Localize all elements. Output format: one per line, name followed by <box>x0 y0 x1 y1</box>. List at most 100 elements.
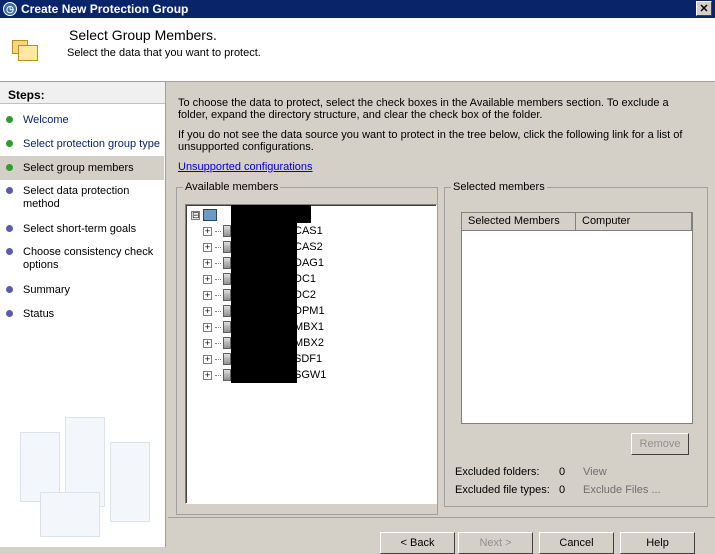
server-name-suffix: DC2 <box>294 289 317 301</box>
server-icon <box>223 353 231 365</box>
server-icon <box>223 289 231 301</box>
available-members-group: Available members ⊟ + CAS1 + CAS2 + DAG1 + DC1 +… <box>176 181 438 515</box>
step-label: Select data protection method <box>23 185 130 210</box>
tree-connector <box>215 262 221 264</box>
tree-connector <box>215 326 221 328</box>
server-icon <box>223 241 231 253</box>
redacted-block <box>231 205 311 223</box>
selected-members-list[interactable]: Selected Members Computer <box>461 212 693 424</box>
excluded-folders-label: Excluded folders: <box>455 466 540 478</box>
tree-node-server[interactable]: + MBX2 <box>203 336 324 350</box>
tree-node-server[interactable]: + SDF1 <box>203 352 322 366</box>
tree-connector <box>215 374 221 376</box>
tree-connector <box>215 246 221 248</box>
expand-icon[interactable]: + <box>203 322 212 332</box>
tree-connector <box>215 342 221 344</box>
server-name-suffix: CAS2 <box>294 241 323 253</box>
server-name-suffix: DC1 <box>294 273 317 285</box>
step-status-icon <box>6 140 13 147</box>
step-status-icon <box>6 164 13 171</box>
tree-node-server[interactable]: + CAS2 <box>203 240 323 254</box>
tree-connector <box>215 278 221 280</box>
step-status-icon <box>6 310 13 317</box>
tree-node-server[interactable]: + SGW1 <box>203 368 326 382</box>
server-icon <box>223 225 231 237</box>
expand-icon[interactable]: + <box>203 290 212 300</box>
domain-icon <box>203 209 217 221</box>
folder-icon <box>12 40 38 62</box>
step-label: Summary <box>23 284 71 296</box>
dpm-icon <box>223 305 231 317</box>
server-name-suffix: SGW1 <box>294 369 327 381</box>
expand-icon[interactable]: + <box>203 274 212 284</box>
tree-node-server[interactable]: + DC1 <box>203 272 316 286</box>
available-members-legend: Available members <box>183 181 281 193</box>
cancel-button[interactable]: Cancel <box>539 532 614 554</box>
column-selected-members[interactable]: Selected Members <box>462 213 576 230</box>
tree-root-node[interactable]: ⊟ <box>191 208 217 222</box>
available-members-tree[interactable]: ⊟ + CAS1 + CAS2 + DAG1 + DC1 + DC2 + DPM1 + MBX1 + MBX2… <box>185 204 437 504</box>
expand-icon[interactable]: + <box>203 338 212 348</box>
server-icon <box>223 321 231 333</box>
server-icon <box>223 369 231 381</box>
page-subtitle: Select the data that you want to protect… <box>67 47 261 59</box>
excluded-folders-count: 0 <box>559 466 566 478</box>
step-label: Select short-term goals <box>23 223 137 235</box>
main-content: To choose the data to protect, select th… <box>168 82 715 554</box>
list-header: Selected Members Computer <box>462 213 692 231</box>
tree-connector <box>215 294 221 296</box>
step-label: Status <box>23 308 55 320</box>
server-icon <box>223 337 231 349</box>
server-name-suffix: MBX1 <box>294 321 324 333</box>
tree-node-server[interactable]: + CAS1 <box>203 224 323 238</box>
expand-icon[interactable]: + <box>203 242 212 252</box>
tree-connector <box>215 230 221 232</box>
window-title: Create New Protection Group <box>21 2 189 16</box>
step-group-members[interactable]: Select group members <box>0 156 164 180</box>
step-consistency-check[interactable]: Choose consistency check options <box>0 246 164 272</box>
steps-panel: Steps: Welcome Select protection group t… <box>0 82 166 547</box>
step-data-protection-method[interactable]: Select data protection method <box>0 185 164 211</box>
cluster-icon <box>223 257 231 269</box>
excluded-file-types-count: 0 <box>559 484 566 496</box>
next-button[interactable]: Next > <box>458 532 533 554</box>
selected-members-legend: Selected members <box>451 181 547 193</box>
step-protection-group-type[interactable]: Select protection group type <box>0 138 164 151</box>
tree-node-server[interactable]: + DPM1 <box>203 304 325 318</box>
expand-icon[interactable]: + <box>203 354 212 364</box>
view-link[interactable]: View <box>583 466 607 478</box>
expand-icon[interactable]: + <box>203 370 212 380</box>
page-title: Select Group Members. <box>69 27 217 43</box>
step-label: Welcome <box>23 114 69 126</box>
server-name-suffix: DPM1 <box>294 305 325 317</box>
step-short-term-goals[interactable]: Select short-term goals <box>0 223 164 236</box>
servers-watermark-icon <box>10 412 160 542</box>
expand-icon[interactable]: + <box>203 258 212 268</box>
tree-node-server[interactable]: + DC2 <box>203 288 316 302</box>
unsupported-configurations-link[interactable]: Unsupported configurations <box>178 161 313 173</box>
server-name-suffix: SDF1 <box>294 353 323 365</box>
tree-node-server[interactable]: + DAG1 <box>203 256 324 270</box>
step-status-icon <box>6 187 13 194</box>
step-status-icon <box>6 225 13 232</box>
step-welcome[interactable]: Welcome <box>0 114 164 127</box>
back-button[interactable]: < Back <box>380 532 455 554</box>
collapse-icon[interactable]: ⊟ <box>191 210 200 220</box>
close-icon[interactable]: ✕ <box>696 1 712 16</box>
column-computer[interactable]: Computer <box>576 213 692 230</box>
step-status[interactable]: Status <box>0 308 164 321</box>
step-label: Select group members <box>23 162 134 174</box>
exclude-files-link[interactable]: Exclude Files ... <box>583 484 661 496</box>
step-status-icon <box>6 116 13 123</box>
server-icon <box>223 273 231 285</box>
step-label: Choose consistency check options <box>23 246 154 271</box>
instructions-text-2: If you do not see the data source you wa… <box>178 129 683 153</box>
server-name-suffix: MBX2 <box>294 337 324 349</box>
wizard-header: Select Group Members. Select the data th… <box>0 18 715 82</box>
step-summary[interactable]: Summary <box>0 284 164 297</box>
remove-button[interactable]: Remove <box>631 433 689 455</box>
expand-icon[interactable]: + <box>203 226 212 236</box>
tree-node-server[interactable]: + MBX1 <box>203 320 324 334</box>
expand-icon[interactable]: + <box>203 306 212 316</box>
help-button[interactable]: Help <box>620 532 695 554</box>
